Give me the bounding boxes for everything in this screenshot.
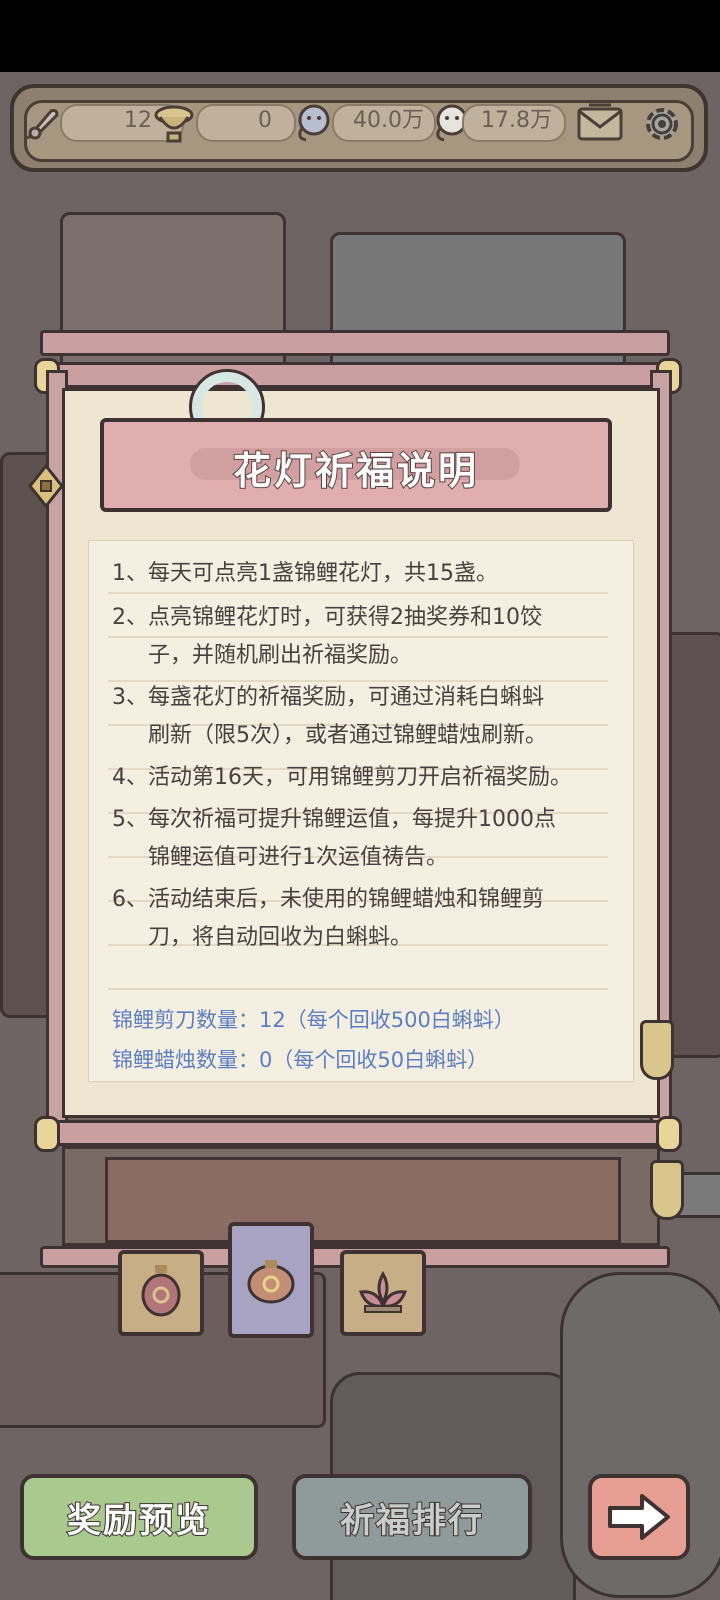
resource-3: 40.0万 — [332, 98, 436, 144]
rule-item: 4、活动第16天，可用锦鲤剪刀开启祈福奖励。 — [112, 765, 572, 790]
rule-divider — [108, 988, 608, 990]
resource-4-value: 17.8万 — [481, 108, 552, 133]
rule-divider — [108, 592, 608, 594]
rule-item-continued: 刷新（限5次），或者通过锦鲤蜡烛刷新。 — [148, 723, 547, 748]
lower-panel-inner — [105, 1157, 621, 1243]
rule-item: 2、点亮锦鲤花灯时，可获得2抽奖券和10饺 — [112, 605, 542, 630]
tassel-ornament — [640, 1020, 674, 1080]
rule-item: 5、每次祈福可提升锦鲤运值，每提升1000点 — [112, 807, 556, 832]
rule-item-continued: 刀，将自动回收为白蝌蚪。 — [148, 925, 413, 950]
page-title: 花灯祈福说明 — [232, 448, 479, 494]
candle-count-text: 锦鲤蜡烛数量：0（每个回收50白蝌蚪） — [112, 1048, 489, 1072]
rule-item: 1、每天可点亮1盏锦鲤花灯，共15盏。 — [112, 561, 498, 586]
rule-item-continued: 子，并随机刷出祈福奖励。 — [148, 643, 413, 668]
blessing-rank-label: 祈福排行 — [339, 1500, 484, 1542]
status-bar-area — [0, 0, 720, 72]
next-arrow-button[interactable] — [588, 1474, 690, 1560]
lantern-tab-koi-selected[interactable] — [228, 1222, 314, 1338]
coin-charm-icon — [28, 464, 64, 508]
rule-item-continued: 锦鲤运值可进行1次运值祷告。 — [148, 845, 448, 870]
scroll-bottom-rod — [40, 1120, 670, 1146]
arrow-right-icon — [608, 1494, 670, 1540]
rule-item: 6、活动结束后，未使用的锦鲤蜡烛和锦鲤剪 — [112, 887, 544, 912]
scroll-top-rod-back — [40, 330, 670, 356]
reward-preview-button[interactable]: 奖励预览 — [20, 1474, 258, 1560]
resource-2: 0 — [196, 98, 296, 144]
resource-2-pill — [196, 104, 296, 142]
resource-3-value: 40.0万 — [353, 108, 424, 133]
reward-preview-label: 奖励预览 — [66, 1500, 211, 1542]
scroll-lower-panel — [62, 1146, 660, 1246]
scroll-top-rod — [40, 362, 670, 388]
rule-item: 3、每盏花灯的祈福奖励，可通过消耗白蝌蚪 — [112, 685, 544, 710]
scissors-count-text: 锦鲤剪刀数量：12（每个回收500白蝌蚪） — [112, 1008, 515, 1032]
lantern-cup-icon — [148, 98, 200, 148]
resource-2-value: 0 — [258, 108, 272, 133]
scroll-cap — [34, 1116, 60, 1152]
tadpole-icon — [290, 100, 336, 146]
lantern-tab-red[interactable] — [118, 1250, 204, 1336]
resource-4: 17.8万 — [462, 98, 566, 144]
title-banner: 花灯祈福说明 — [100, 418, 612, 512]
mail-icon[interactable] — [574, 100, 626, 146]
blessing-rank-button[interactable]: 祈福排行 — [292, 1474, 532, 1560]
gear-icon[interactable] — [636, 98, 688, 150]
tassel-ornament — [650, 1160, 684, 1220]
lantern-tab-lotus[interactable] — [340, 1250, 426, 1336]
